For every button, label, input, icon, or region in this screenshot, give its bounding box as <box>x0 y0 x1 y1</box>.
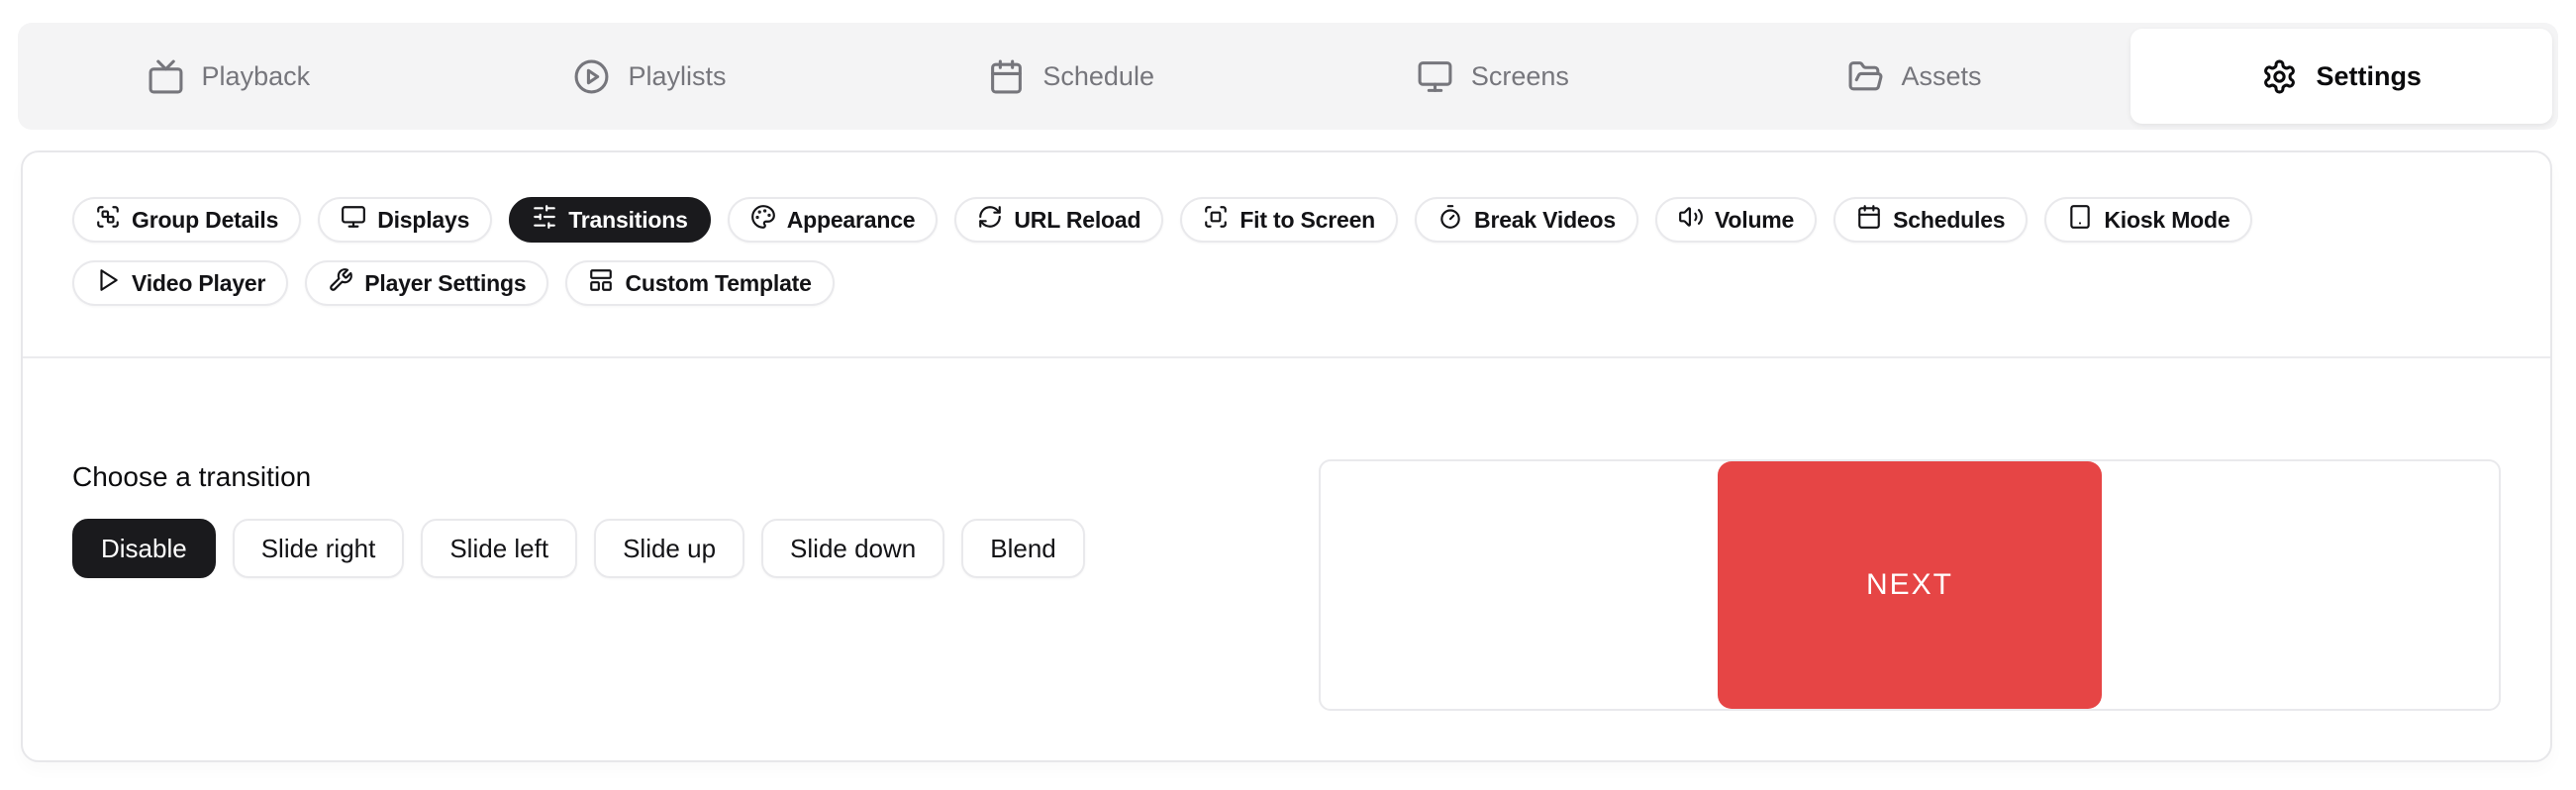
group-icon <box>95 204 121 236</box>
layout-panel-top-icon <box>588 267 614 299</box>
section-tab-url-reload[interactable]: URL Reload <box>954 197 1163 243</box>
monitor-icon <box>1417 58 1453 95</box>
section-tab-label: Video Player <box>132 270 265 297</box>
tab-settings-label: Settings <box>2316 61 2422 92</box>
timer-icon <box>1437 204 1463 236</box>
section-tab-group-details[interactable]: Group Details <box>72 197 301 243</box>
transition-preview-stage: NEXT <box>1319 459 2501 711</box>
section-tab-break-videos[interactable]: Break Videos <box>1415 197 1638 243</box>
next-slide-label: NEXT <box>1866 568 1953 602</box>
transition-options: Disable Slide right Slide left Slide up … <box>72 519 1319 578</box>
tab-assets[interactable]: Assets <box>1704 23 2126 130</box>
section-tab-kiosk-mode[interactable]: Kiosk Mode <box>2044 197 2252 243</box>
section-tabs-row-1: Group Details Displays Transitions Appea… <box>72 197 2501 243</box>
signage-settings-page: Playback Playlists Schedule Screens Asse <box>0 0 2576 790</box>
section-tab-label: Displays <box>377 207 469 234</box>
tab-playlists-label: Playlists <box>628 61 726 92</box>
transition-option-slide-up[interactable]: Slide up <box>594 519 744 578</box>
top-navigation: Playback Playlists Schedule Screens Asse <box>18 23 2558 130</box>
transition-preview-next-slide: NEXT <box>1718 461 2102 709</box>
tab-schedule-label: Schedule <box>1042 61 1154 92</box>
fullscreen-icon <box>1203 204 1229 236</box>
tab-playlists[interactable]: Playlists <box>440 23 861 130</box>
section-tab-video-player[interactable]: Video Player <box>72 260 288 306</box>
palette-icon <box>750 204 776 236</box>
section-tab-appearance[interactable]: Appearance <box>728 197 939 243</box>
section-tab-label: Break Videos <box>1474 207 1616 234</box>
tab-playback[interactable]: Playback <box>18 23 440 130</box>
section-tab-label: Transitions <box>568 207 688 234</box>
transition-option-slide-down[interactable]: Slide down <box>761 519 944 578</box>
section-tab-label: Appearance <box>787 207 916 234</box>
section-tab-label: Group Details <box>132 207 278 234</box>
section-tab-label: Kiosk Mode <box>2104 207 2229 234</box>
tab-screens[interactable]: Screens <box>1282 23 1704 130</box>
transition-chooser: Choose a transition Disable Slide right … <box>72 358 1319 578</box>
play-icon <box>95 267 121 299</box>
section-tab-player-settings[interactable]: Player Settings <box>305 260 548 306</box>
tab-settings[interactable]: Settings <box>2130 29 2552 124</box>
tab-assets-label: Assets <box>1902 61 1982 92</box>
sliders-horizontal-icon <box>532 204 557 236</box>
volume-icon <box>1678 204 1704 236</box>
choose-transition-heading: Choose a transition <box>72 461 1319 493</box>
section-tab-custom-template[interactable]: Custom Template <box>565 260 834 306</box>
circle-play-icon <box>573 58 610 95</box>
section-tab-label: Volume <box>1715 207 1794 234</box>
section-tab-schedules[interactable]: Schedules <box>1833 197 2028 243</box>
tab-schedule[interactable]: Schedule <box>860 23 1282 130</box>
transition-option-disable[interactable]: Disable <box>72 519 216 578</box>
wrench-icon <box>328 267 353 299</box>
folder-open-icon <box>1847 58 1884 95</box>
section-tab-fit-to-screen[interactable]: Fit to Screen <box>1180 197 1398 243</box>
section-tab-label: URL Reload <box>1014 207 1140 234</box>
tv-icon <box>148 58 184 95</box>
refresh-icon <box>977 204 1003 236</box>
section-tab-label: Schedules <box>1893 207 2005 234</box>
transitions-panel: Choose a transition Disable Slide right … <box>23 358 2550 711</box>
section-tab-label: Player Settings <box>364 270 526 297</box>
section-tab-label: Custom Template <box>625 270 811 297</box>
section-tab-displays[interactable]: Displays <box>318 197 492 243</box>
calendar-icon <box>1856 204 1882 236</box>
calendar-icon <box>988 58 1025 95</box>
tab-screens-label: Screens <box>1471 61 1569 92</box>
gear-icon <box>2261 58 2298 95</box>
tab-playback-label: Playback <box>202 61 311 92</box>
section-tab-label: Fit to Screen <box>1239 207 1375 234</box>
section-tab-transitions[interactable]: Transitions <box>509 197 711 243</box>
settings-card: Group Details Displays Transitions Appea… <box>21 150 2552 762</box>
transition-option-slide-left[interactable]: Slide left <box>421 519 577 578</box>
transition-option-slide-right[interactable]: Slide right <box>233 519 405 578</box>
monitor-icon <box>341 204 366 236</box>
section-tabs-row-2: Video Player Player Settings Custom Temp… <box>72 260 2501 306</box>
settings-section-tabs: Group Details Displays Transitions Appea… <box>23 152 2550 358</box>
transition-option-blend[interactable]: Blend <box>961 519 1085 578</box>
section-tab-volume[interactable]: Volume <box>1655 197 1817 243</box>
tablet-icon <box>2067 204 2093 236</box>
